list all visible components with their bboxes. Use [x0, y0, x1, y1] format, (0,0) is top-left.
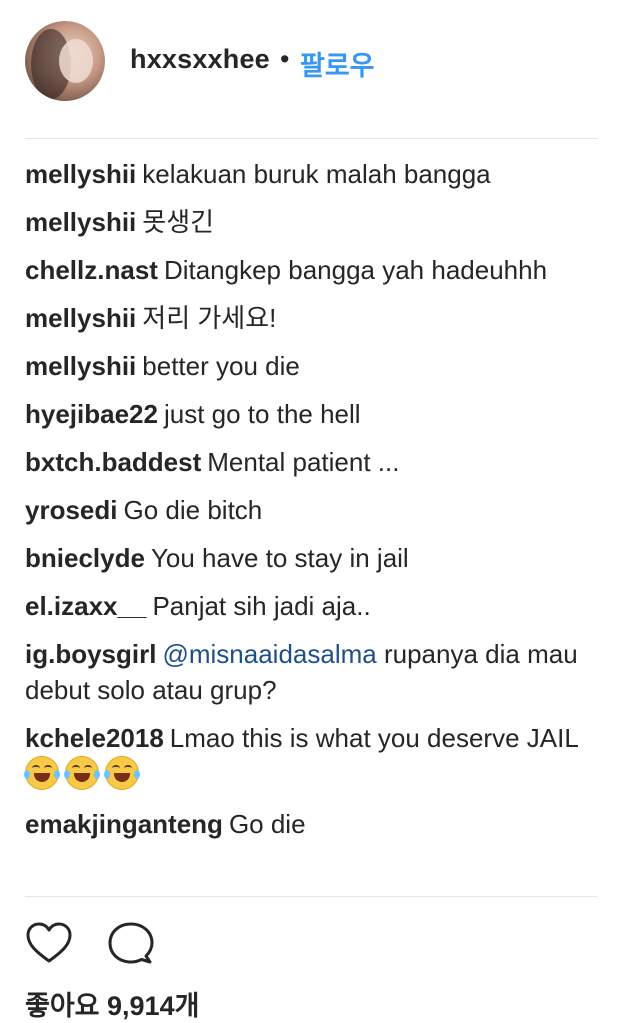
comment-text: just go to the hell	[163, 399, 361, 429]
comment-mention[interactable]: @misnaaidasalma	[162, 639, 376, 669]
comment-username[interactable]: yrosedi	[25, 495, 118, 525]
comment-text: better you die	[142, 351, 300, 381]
comment-username[interactable]: el.izaxx__	[25, 591, 146, 621]
comment-item: chellz.nast Ditangkep bangga yah hadeuhhh	[25, 252, 598, 288]
comment-list: mellyshii kelakuan buruk malah bangga mel…	[24, 156, 598, 854]
comment-item: hyejibae22 just go to the hell	[25, 396, 598, 432]
comment-username[interactable]: bxtch.baddest	[25, 447, 201, 477]
comment-item: bnieclyde You have to stay in jail	[25, 540, 598, 576]
comment-item: bxtch.baddest Mental patient ...	[25, 444, 598, 480]
comment-text: kelakuan buruk malah bangga	[142, 159, 491, 189]
follow-button[interactable]: 팔로우	[300, 44, 375, 83]
comment-item: mellyshii 저리 가세요!	[25, 300, 598, 336]
header-divider	[25, 138, 598, 139]
comment-item: mellyshii 못생긴	[25, 204, 598, 240]
comment-item: mellyshii better you die	[25, 348, 598, 384]
tears-of-joy-emoji-icon	[64, 756, 100, 790]
comment-bubble-icon[interactable]	[107, 920, 155, 968]
avatar-photo-face	[59, 39, 93, 83]
comment-item: ig.boysgirl @misnaaidasalma rupanya dia m…	[25, 636, 598, 708]
comment-text: Mental patient ...	[207, 447, 400, 477]
post-header: hxxsxxhee • 팔로우	[0, 0, 618, 122]
comment-text: Panjat sih jadi aja..	[152, 591, 371, 621]
comment-item: mellyshii kelakuan buruk malah bangga	[25, 156, 598, 192]
comment-username[interactable]: ig.boysgirl	[25, 639, 156, 669]
comment-username[interactable]: mellyshii	[25, 351, 136, 381]
comment-username[interactable]: emakjinganteng	[25, 809, 223, 839]
comment-username[interactable]: chellz.nast	[25, 255, 158, 285]
tears-of-joy-emoji-icon	[24, 756, 60, 790]
post-username[interactable]: hxxsxxhee	[130, 44, 270, 75]
header-separator: •	[280, 44, 290, 74]
comment-item: yrosedi Go die bitch	[25, 492, 598, 528]
comment-item: emakjinganteng Go die	[25, 806, 598, 842]
comment-text: Lmao this is what you deserve JAIL	[169, 723, 578, 753]
comment-text: 못생긴	[142, 207, 215, 237]
tears-of-joy-emoji-icon	[104, 756, 140, 790]
comment-text: Go die bitch	[123, 495, 263, 525]
comment-username[interactable]: bnieclyde	[25, 543, 145, 573]
comment-item: kchele2018 Lmao this is what you deserve …	[24, 720, 598, 794]
comment-username[interactable]: mellyshii	[25, 159, 136, 189]
comment-username[interactable]: mellyshii	[25, 303, 136, 333]
comment-item: el.izaxx__ Panjat sih jadi aja..	[25, 588, 598, 624]
profile-avatar[interactable]	[25, 21, 105, 101]
heart-icon[interactable]	[25, 920, 73, 968]
comment-text: You have to stay in jail	[150, 543, 409, 573]
comment-text: Ditangkep bangga yah hadeuhhh	[163, 255, 548, 285]
comment-text: 저리 가세요!	[142, 303, 277, 333]
comment-username[interactable]: hyejibae22	[25, 399, 158, 429]
comment-username[interactable]: kchele2018	[25, 723, 164, 753]
comment-text: Go die	[228, 809, 306, 839]
comment-username[interactable]: mellyshii	[25, 207, 136, 237]
actions-divider	[25, 896, 598, 897]
